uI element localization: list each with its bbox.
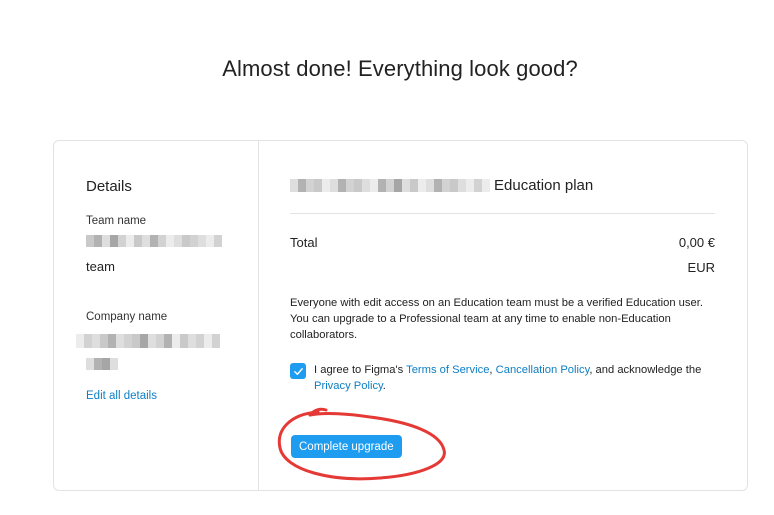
plan-header: Education plan [290,177,593,194]
agree-suffix: . [382,380,386,392]
agree-checkbox[interactable] [290,363,306,379]
check-icon [293,367,303,375]
terms-of-service-link[interactable]: Terms of Service [406,364,489,376]
total-label: Total [290,235,318,250]
plan-name-redacted [290,179,490,192]
total-amount: 0,00 € [678,235,715,250]
page-title: Almost done! Everything look good? [222,56,578,81]
upgrade-card: Details Team name team Company name Edit… [53,140,748,491]
team-name-label: Team name [86,215,147,227]
plan-panel: Education plan Total 0,00 € EUR Everyone… [259,141,747,490]
company-name-redacted-line-2 [86,358,118,370]
divider [290,213,715,214]
details-panel: Details Team name team Company name Edit… [54,141,259,490]
team-name-redacted [86,235,222,247]
company-name-redacted [76,334,220,348]
cancellation-policy-link[interactable]: Cancellation Policy [496,364,590,376]
complete-upgrade-button[interactable]: Complete upgrade [291,435,402,458]
currency-label: EUR [687,260,715,275]
privacy-policy-link[interactable]: Privacy Policy [314,380,383,392]
terms-agreement: I agree to Figma's Terms of Service, Can… [290,362,720,394]
plan-title: Education plan [494,177,594,194]
edit-all-details-link[interactable]: Edit all details [86,390,157,402]
education-info-text: Everyone with edit access on an Educatio… [290,297,703,341]
agree-text: I agree to Figma's Terms of Service, Can… [314,362,720,394]
agree-middle: , and acknowledge the [589,364,702,376]
team-name-value: team [86,259,115,274]
upgrade-page: Almost done! Everything look good? Detai… [0,0,774,515]
company-name-label: Company name [86,311,168,323]
agree-prefix: I agree to Figma's [314,364,407,376]
details-heading: Details [86,178,132,195]
